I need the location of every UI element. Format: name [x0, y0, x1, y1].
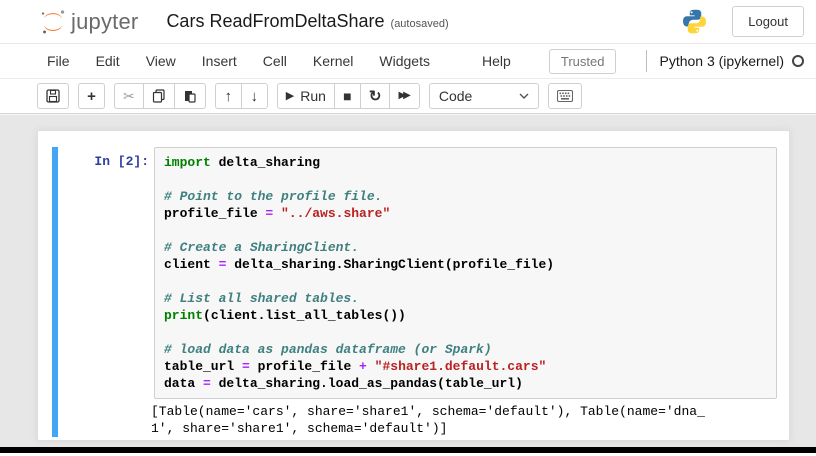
notebook-container: In [2]: import delta_sharing # Point to … — [37, 130, 790, 441]
copy-icon — [152, 89, 166, 103]
copy-cells-button[interactable] — [142, 83, 175, 109]
add-cell-below-button[interactable]: + — [78, 83, 105, 109]
save-button[interactable] — [37, 83, 69, 109]
output-line: 1', share='share1', schema='default')] — [151, 421, 448, 436]
notebook-area: In [2]: import delta_sharing # Point to … — [0, 115, 816, 447]
code-editor[interactable]: import delta_sharing # Point to the prof… — [154, 147, 777, 399]
save-icon — [46, 89, 60, 103]
jupyter-notebook-app: { "header": { "logo_text": "jupyter", "n… — [0, 0, 816, 456]
code-line: print(client.list_all_tables()) — [164, 308, 406, 323]
code-cell-selected[interactable]: In [2]: import delta_sharing # Point to … — [52, 147, 777, 437]
keyboard-icon — [556, 90, 573, 102]
kernel-name[interactable]: Python 3 (ipykernel) — [659, 53, 784, 69]
code-line: profile_file = "../aws.share" — [164, 206, 391, 221]
header: jupyter Cars ReadFromDeltaShare (autosav… — [0, 0, 816, 44]
autosave-status: (autosaved) — [390, 18, 449, 30]
menubar: File Edit View Insert Cell Kernel Widgets Help … — [0, 44, 816, 79]
input-prompt: In [2]: — [94, 154, 149, 169]
restart-icon: ↻ — [368, 87, 382, 105]
restart-kernel-button[interactable]: ↻ — [359, 83, 391, 109]
jupyter-logo-icon — [40, 9, 66, 35]
menu-item-insert[interactable]: Insert — [189, 45, 250, 77]
output-prompt — [58, 403, 151, 410]
menu-item-kernel[interactable]: Kernel — [300, 45, 366, 77]
run-button[interactable]: ▶ Run — [276, 83, 335, 109]
python-logo-icon — [681, 8, 708, 35]
code-line: import delta_sharing — [164, 155, 321, 170]
trusted-badge[interactable]: Trusted — [548, 48, 617, 74]
move-cell-down-button[interactable]: ↓ — [240, 83, 268, 109]
window-bottom-edge — [0, 447, 816, 453]
output-line: [Table(name='cars', share='share1', sche… — [151, 404, 705, 419]
kernel-idle-indicator-icon — [792, 55, 804, 67]
menu-item-help[interactable]: Help — [469, 45, 524, 77]
jupyter-logo[interactable]: jupyter — [40, 9, 138, 35]
code-line: data = delta_sharing.load_as_pandas(tabl… — [164, 376, 523, 391]
code-line: # Point to the profile file. — [164, 189, 383, 204]
logout-button[interactable]: Logout — [732, 6, 804, 37]
code-line: # Create a SharingClient. — [164, 240, 360, 255]
move-cell-up-button[interactable]: ↑ — [214, 83, 242, 109]
scissors-icon: ✂ — [123, 88, 135, 104]
interrupt-kernel-button[interactable]: ■ — [333, 83, 361, 109]
menu-item-cell[interactable]: Cell — [250, 45, 300, 77]
toolbar: + ✂ ↑ ↓ ▶ Run ■ ↻ ▶▶ Code — [0, 79, 816, 114]
fast-forward-icon: ▶▶ — [398, 90, 410, 101]
cut-cells-button[interactable]: ✂ — [114, 83, 144, 109]
code-line: # List all shared tables. — [164, 291, 360, 306]
code-line: # load data as pandas dataframe (or Spar… — [164, 342, 492, 357]
menu-item-widgets[interactable]: Widgets — [366, 45, 443, 77]
title-area: Cars ReadFromDeltaShare (autosaved) — [166, 11, 448, 32]
cell-type-value: Code — [438, 88, 473, 104]
code-line: client = delta_sharing.SharingClient(pro… — [164, 257, 555, 272]
paste-cells-button[interactable] — [173, 83, 206, 109]
jupyter-logo-text: jupyter — [71, 8, 139, 34]
output-text: [Table(name='cars', share='share1', sche… — [151, 403, 705, 437]
stop-icon: ■ — [343, 88, 352, 104]
code-line: table_url = profile_file + "#share1.defa… — [164, 359, 547, 374]
restart-run-all-button[interactable]: ▶▶ — [389, 83, 420, 109]
arrow-up-icon: ↑ — [224, 87, 232, 105]
chevron-down-icon — [519, 93, 529, 99]
menu-item-file[interactable]: File — [34, 45, 83, 77]
menu-item-view[interactable]: View — [133, 45, 189, 77]
cell-input-row: In [2]: import delta_sharing # Point to … — [58, 147, 777, 399]
cell-type-dropdown[interactable]: Code — [428, 83, 539, 109]
paste-icon — [183, 89, 197, 103]
plus-icon: + — [87, 87, 96, 105]
menubar-divider — [646, 50, 648, 72]
cell-output-area: [Table(name='cars', share='share1', sche… — [58, 403, 777, 437]
arrow-down-icon: ↓ — [250, 87, 258, 105]
play-icon: ▶ — [285, 89, 295, 102]
command-palette-button[interactable] — [547, 83, 582, 109]
menu-item-edit[interactable]: Edit — [83, 45, 133, 77]
notebook-title[interactable]: Cars ReadFromDeltaShare — [166, 11, 384, 32]
run-label: Run — [300, 88, 326, 104]
